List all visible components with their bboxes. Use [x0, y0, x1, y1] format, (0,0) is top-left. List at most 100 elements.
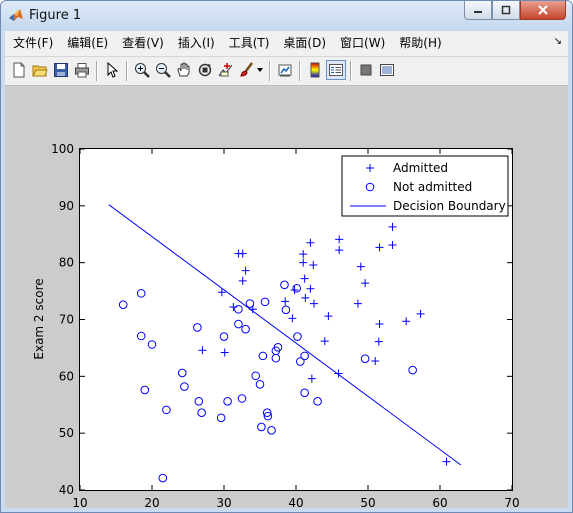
figure-canvas: 10 20 30 40 50 60 70 40 50 60 70 80 90 100 Admitted Not…	[5, 86, 568, 510]
admitted-point	[241, 266, 250, 275]
menu-window[interactable]: 窗口(W)	[334, 31, 391, 55]
not-admitted-point	[216, 413, 226, 423]
menu-tools[interactable]: 工具(T)	[223, 31, 276, 55]
not-admitted-point	[140, 385, 150, 395]
y-tick-label: 100	[51, 142, 74, 156]
y-tick-label: 70	[59, 313, 74, 327]
menu-insert[interactable]: 插入(I)	[172, 31, 221, 55]
not-admitted-point	[255, 379, 265, 389]
zoom-in-icon[interactable]	[132, 60, 152, 80]
link-plot-icon[interactable]	[275, 60, 295, 80]
title-bar[interactable]: Figure 1	[1, 1, 572, 31]
not-admitted-point	[281, 305, 291, 315]
x-tick-label: 30	[216, 496, 231, 510]
save-icon[interactable]	[51, 60, 71, 80]
scatter-plot: 10 20 30 40 50 60 70 40 50 60 70 80 90 100 Admitted Not…	[51, 142, 520, 510]
not-admitted-point	[223, 397, 232, 406]
admitted-point	[307, 374, 316, 383]
not-admitted-point	[241, 324, 250, 334]
not-admitted-point	[313, 397, 322, 406]
figure-window: Figure 1 文件(F) 编辑(E) 查看(V) 插入(I) 工具(T) 桌…	[0, 0, 573, 513]
admitted-point	[353, 299, 362, 308]
open-file-icon[interactable]	[30, 60, 50, 80]
admitted-point	[301, 293, 310, 302]
data-cursor-icon[interactable]	[216, 60, 236, 80]
admitted-point	[388, 241, 397, 250]
zoom-out-icon[interactable]	[153, 60, 173, 80]
not-admitted-point	[194, 397, 204, 406]
plot-axes[interactable]: 10 20 30 40 50 60 70 40 50 60 70 80 90 100 Admitted Not…	[51, 142, 520, 510]
brush-dropdown-icon[interactable]	[255, 60, 265, 80]
admitted-point	[300, 274, 309, 283]
menu-help[interactable]: 帮助(H)	[393, 31, 447, 55]
not-admitted-point	[180, 382, 189, 391]
admitted-point	[335, 246, 344, 255]
x-tick-label: 50	[360, 496, 375, 510]
x-tick-label: 60	[432, 496, 447, 510]
new-figure-icon[interactable]	[9, 60, 29, 80]
menu-desktop[interactable]: 桌面(D)	[277, 31, 332, 55]
x-tick-label: 40	[288, 496, 303, 510]
figure-toolbar	[5, 56, 568, 86]
legend-icon[interactable]	[326, 60, 346, 80]
not-admitted-point	[177, 368, 187, 378]
admitted-point	[320, 337, 329, 346]
legend-entry-label: Decision Boundary	[393, 199, 506, 213]
show-plot-tools-icon[interactable]	[377, 60, 397, 80]
menu-dock-arrow-icon[interactable]: ↘	[554, 36, 562, 47]
not-admitted-point	[360, 354, 370, 364]
minimize-icon	[474, 11, 482, 13]
y-tick-label: 50	[59, 426, 74, 440]
admitted-point	[416, 309, 425, 318]
legend-entry-label: Not admitted	[393, 180, 472, 194]
admitted-point	[229, 302, 238, 311]
y-tick-label: 80	[59, 256, 74, 270]
not-admitted-point	[300, 388, 309, 398]
admitted-point	[306, 284, 315, 293]
colorbar-icon[interactable]	[305, 60, 325, 80]
admitted-point	[288, 314, 297, 323]
admitted-point	[306, 238, 315, 247]
rotate-3d-icon[interactable]	[195, 60, 215, 80]
print-icon[interactable]	[72, 60, 92, 80]
admitted-point	[310, 299, 318, 308]
minimize-button[interactable]	[464, 1, 492, 20]
admitted-point	[442, 457, 451, 466]
not-admitted-point	[158, 473, 168, 483]
not-admitted-point	[258, 351, 268, 361]
pointer-icon[interactable]	[102, 60, 122, 80]
maximize-button[interactable]	[492, 1, 520, 20]
menu-file[interactable]: 文件(F)	[7, 31, 59, 55]
admitted-point	[299, 258, 308, 267]
close-button[interactable]	[520, 1, 566, 20]
menu-view[interactable]: 查看(V)	[116, 31, 170, 55]
pan-hand-icon[interactable]	[174, 60, 194, 80]
y-tick-label: 90	[59, 199, 74, 213]
not-admitted-point	[251, 371, 260, 381]
not-admitted-point	[293, 332, 302, 341]
menu-edit[interactable]: 编辑(E)	[61, 31, 114, 55]
hide-plot-tools-icon[interactable]	[356, 60, 376, 80]
x-tick-label: 10	[72, 496, 87, 510]
window-client: 文件(F) 编辑(E) 查看(V) 插入(I) 工具(T) 桌面(D) 窗口(W…	[5, 31, 568, 510]
brush-icon[interactable]	[237, 60, 257, 80]
admitted-point	[281, 297, 290, 306]
y-tick-label: 60	[59, 369, 74, 383]
not-admitted-point	[234, 304, 243, 314]
admitted-point	[361, 279, 370, 288]
x-tick-label: 20	[144, 496, 159, 510]
not-admitted-point	[280, 280, 289, 290]
not-admitted-point	[237, 394, 247, 403]
admitted-point	[220, 348, 229, 357]
not-admitted-point	[219, 332, 229, 341]
x-tick-label: 70	[504, 496, 519, 510]
admitted-point	[290, 285, 299, 294]
not-admitted-point	[245, 299, 255, 308]
not-admitted-point	[300, 351, 309, 361]
not-admitted-point	[118, 300, 128, 310]
admitted-point	[335, 235, 344, 244]
admitted-point	[402, 317, 411, 326]
matlab-logo-icon	[9, 9, 23, 21]
admitted-point	[375, 320, 384, 329]
close-icon	[538, 5, 548, 15]
